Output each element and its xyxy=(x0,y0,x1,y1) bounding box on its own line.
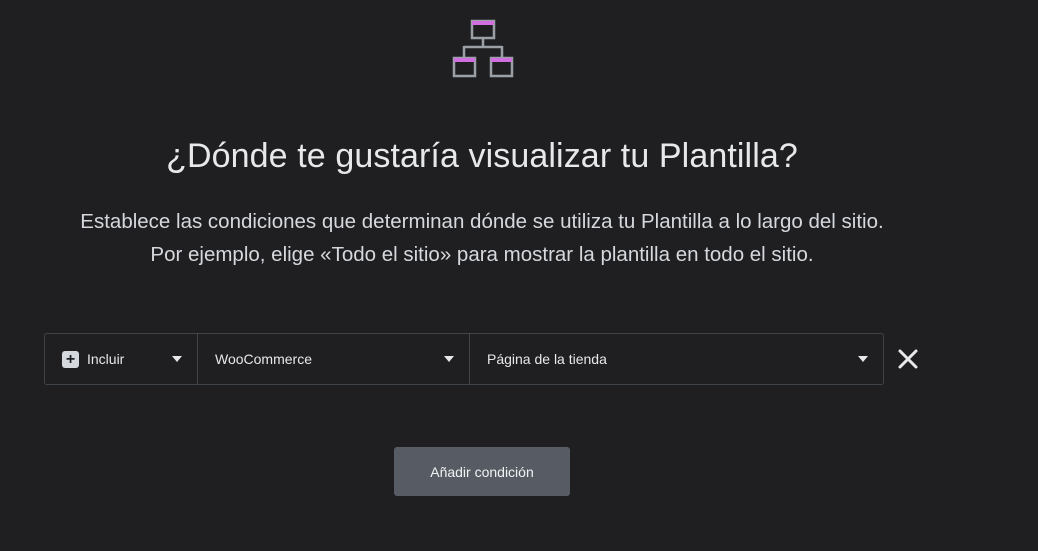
page-title: ¿Dónde te gustaría visualizar tu Plantil… xyxy=(166,137,798,175)
add-condition-label: Añadir condición xyxy=(430,463,534,480)
condition-row: + Incluir WooCommerce Página de la tiend… xyxy=(44,333,884,385)
add-condition-button[interactable]: Añadir condición xyxy=(394,447,570,496)
source-select-value: WooCommerce xyxy=(215,351,312,367)
page-subtitle: Establece las condiciones que determinan… xyxy=(0,205,964,271)
close-icon[interactable] xyxy=(897,348,919,370)
source-select[interactable]: WooCommerce xyxy=(197,334,469,384)
target-select[interactable]: Página de la tienda xyxy=(469,334,883,384)
chevron-down-icon xyxy=(858,356,868,362)
target-select-value: Página de la tienda xyxy=(487,351,607,367)
chevron-down-icon xyxy=(172,356,182,362)
plus-square-icon: + xyxy=(62,350,79,368)
sitemap-icon xyxy=(452,19,514,78)
conditions-screen: ¿Dónde te gustaría visualizar tu Plantil… xyxy=(0,0,1038,551)
subtitle-line-1: Establece las condiciones que determinan… xyxy=(80,210,884,233)
include-select[interactable]: + Incluir xyxy=(45,334,197,384)
include-select-value: Incluir xyxy=(87,351,125,367)
chevron-down-icon xyxy=(444,356,454,362)
subtitle-line-2: Por ejemplo, elige «Todo el sitio» para … xyxy=(150,243,814,266)
